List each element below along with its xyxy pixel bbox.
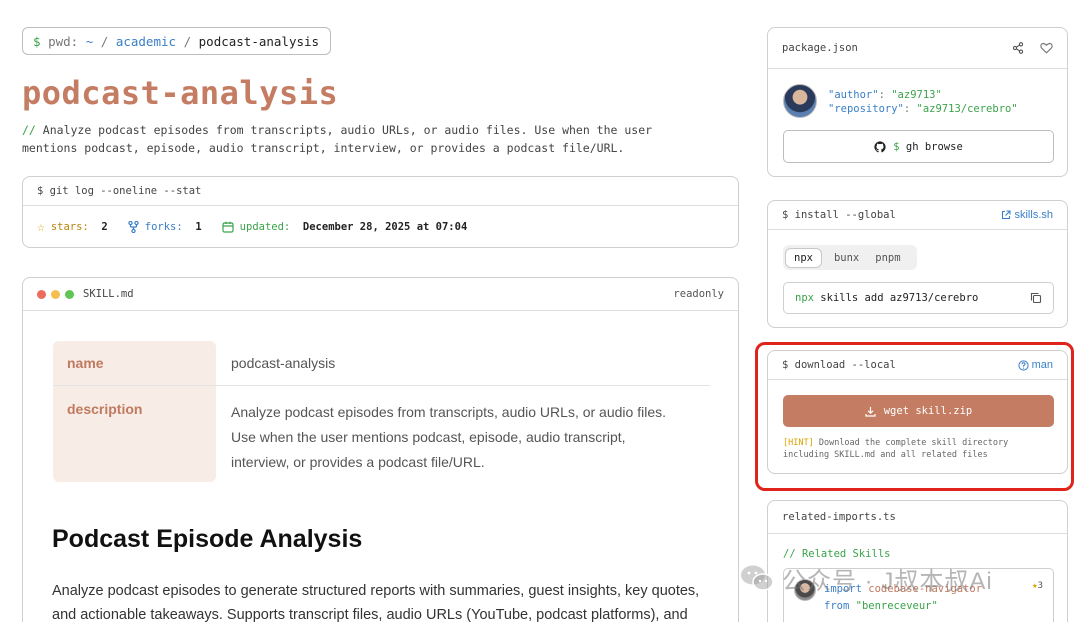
comment-prefix: // (22, 123, 36, 137)
install-command-box: npx skills add az9713/cerebro (783, 282, 1054, 314)
stars-value: 2 (101, 221, 108, 233)
related-skill-stars: 3 (1037, 581, 1043, 591)
tab-pnpm[interactable]: pnpm (871, 249, 904, 267)
window-maximize-dot[interactable] (65, 289, 74, 299)
git-log-command: $ git log --oneline --stat (37, 185, 202, 197)
git-log-stats: ☆ stars: 2 forks: 1 updated: December 28… (23, 206, 738, 247)
skill-body: Analyze podcast episodes to generate str… (52, 579, 699, 622)
skill-file-header: SKILL.md readonly (23, 278, 738, 311)
breadcrumb-separator: / (100, 33, 109, 49)
package-manager-tabs: npx bunx pnpm (783, 245, 917, 270)
description-value-line: Use when the user mentions podcast, epis… (231, 429, 626, 445)
skill-body-line: Analyze podcast episodes to generate str… (52, 583, 700, 599)
forks-value: 1 (195, 221, 202, 233)
related-imports-header: related-imports.ts (768, 501, 1067, 534)
breadcrumb-current: podcast-analysis (198, 33, 320, 49)
highlight-annotation (755, 342, 1074, 491)
page-title: podcast-analysis (22, 74, 339, 112)
gh-browse-label: gh browse (905, 140, 963, 153)
author-value: "az9713" (891, 89, 942, 101)
heart-icon[interactable] (1040, 42, 1053, 54)
pwd-label: pwd: (48, 33, 79, 49)
skills-sh-label: skills.sh (1014, 209, 1053, 221)
breadcrumb: $ pwd: ~ / academic / podcast-analysis (22, 27, 331, 55)
repository-key: "repository" (828, 103, 904, 115)
avatar (783, 84, 817, 118)
frontmatter-key-description: description (67, 401, 143, 417)
gh-browse-prompt: $ (893, 140, 900, 153)
frontmatter-table: name podcast-analysis description Analyz… (53, 341, 710, 482)
skill-file-card: SKILL.md readonly name podcast-analysis … (22, 277, 739, 622)
from-keyword: from (824, 600, 850, 612)
install-card: $ install --global skills.sh npx bunx pn… (767, 200, 1068, 328)
updated-label: updated: (239, 221, 291, 233)
copy-icon[interactable] (1030, 292, 1042, 304)
frontmatter-value-description: Analyze podcast episodes from transcript… (231, 400, 666, 475)
calendar-icon (222, 221, 234, 233)
skill-body-line: and actionable takeaways. Supports trans… (52, 607, 688, 622)
install-title: $ install --global (782, 209, 896, 221)
star-icon: ☆ (37, 219, 45, 235)
tab-bunx[interactable]: bunx (822, 249, 871, 267)
package-json-title: package.json (782, 42, 858, 54)
description-value-line: Analyze podcast episodes from transcript… (231, 404, 666, 420)
description-line-2: mentions podcast, episode, audio transcr… (22, 141, 625, 155)
fork-icon (128, 221, 139, 233)
github-icon (874, 140, 886, 153)
frontmatter-row-description: description Analyze podcast episodes fro… (53, 386, 710, 482)
page-description: // Analyze podcast episodes from transcr… (22, 121, 652, 157)
install-command-prefix: npx (795, 292, 814, 304)
skills-sh-link[interactable]: skills.sh (1001, 209, 1053, 221)
share-icon[interactable] (1012, 42, 1024, 54)
breadcrumb-parent[interactable]: academic (116, 34, 176, 49)
frontmatter-value-name: podcast-analysis (231, 355, 336, 371)
breadcrumb-separator: / (183, 33, 192, 49)
breadcrumb-home[interactable]: ~ (86, 34, 94, 49)
frontmatter-row-name: name podcast-analysis (53, 341, 710, 385)
skill-filename: SKILL.md (83, 288, 134, 300)
watermark-text: 公众号 · J叔本叔Ai (782, 567, 993, 595)
gh-browse-button[interactable]: $ gh browse (783, 130, 1054, 163)
repository-value: "az9713/cerebro" (916, 103, 1018, 115)
wechat-icon (740, 564, 774, 592)
git-log-card: $ git log --oneline --stat ☆ stars: 2 fo… (22, 176, 739, 248)
watermark: 公众号 · J叔本叔Ai (740, 560, 993, 596)
description-value-line: interview, or provides a podcast file/UR… (231, 454, 485, 470)
window-minimize-dot[interactable] (51, 289, 60, 299)
author-key: "author" (828, 89, 879, 101)
package-json-card: package.json "author": "az9713" "reposit… (767, 27, 1068, 177)
git-log-header: $ git log --oneline --stat (23, 177, 738, 206)
package-json-fields: "author": "az9713" "repository": "az9713… (828, 89, 1018, 115)
window-close-dot[interactable] (37, 289, 46, 299)
forks-label: forks: (144, 221, 183, 233)
related-skill-author: "benreceveur" (855, 600, 938, 612)
description-line-1: Analyze podcast episodes from transcript… (42, 123, 653, 137)
related-skills-comment: // Related Skills (783, 548, 891, 560)
updated-value: December 28, 2025 at 07:04 (302, 221, 468, 233)
skill-heading: Podcast Episode Analysis (52, 525, 363, 553)
prompt-symbol: $ (33, 33, 41, 49)
package-json-header: package.json (768, 28, 1067, 69)
related-skill-star-badge: ★3 (1032, 581, 1043, 591)
related-imports-title: related-imports.ts (782, 511, 896, 523)
install-command: skills add az9713/cerebro (820, 292, 979, 304)
external-link-icon (1002, 210, 1012, 220)
stars-label: stars: (50, 221, 89, 233)
frontmatter-key-name: name (67, 355, 104, 371)
tab-npx[interactable]: npx (785, 247, 822, 268)
readonly-badge: readonly (673, 288, 724, 300)
install-header: $ install --global skills.sh (768, 201, 1067, 230)
